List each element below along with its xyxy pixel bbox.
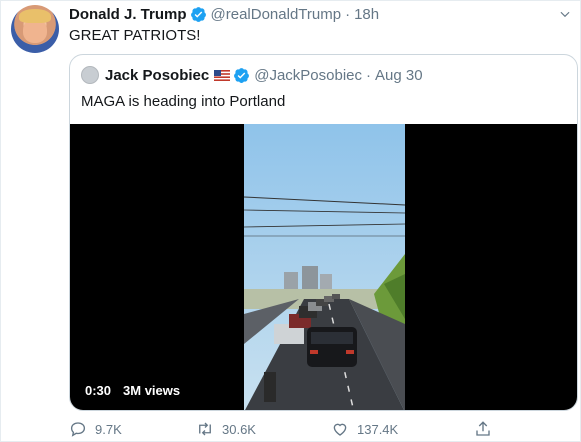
caret-down-icon[interactable] (558, 7, 572, 21)
video-player[interactable]: 0:30 3M views (70, 124, 577, 410)
share-button[interactable] (474, 420, 492, 438)
reply-count: 9.7K (95, 421, 122, 437)
quoted-header: Jack Posobiec @JackPosobiec · Aug 30 (81, 66, 423, 84)
quoted-avatar[interactable] (81, 66, 99, 84)
like-count: 137.4K (357, 421, 399, 437)
reply-button[interactable]: 9.7K (69, 420, 122, 438)
author-avatar[interactable] (11, 5, 59, 53)
reply-icon (70, 422, 86, 437)
tweet-actions: 9.7K 30.6K 137.4K (69, 419, 559, 439)
video-views: 3M views (123, 383, 181, 398)
quoted-timestamp[interactable]: Aug 30 (375, 67, 423, 84)
tweet-text: GREAT PATRIOTS! (69, 27, 201, 44)
video-info: 0:30 3M views (85, 383, 180, 398)
verified-badge-icon (234, 67, 250, 83)
share-icon (476, 421, 490, 436)
video-duration: 0:30 (85, 383, 112, 398)
retweet-count: 30.6K (222, 421, 256, 437)
like-button[interactable]: 137.4K (331, 420, 398, 438)
quoted-author-handle[interactable]: @JackPosobiec (254, 67, 362, 84)
like-icon (333, 423, 347, 436)
separator-dot: · (345, 5, 351, 23)
verified-badge-icon (190, 6, 206, 22)
separator-dot: · (366, 66, 372, 84)
video-frame (244, 124, 405, 410)
quoted-text: MAGA is heading into Portland (81, 93, 286, 110)
quoted-author-name[interactable]: Jack Posobiec (105, 67, 209, 84)
author-handle[interactable]: @realDonaldTrump (211, 6, 342, 23)
tweet-card[interactable]: Donald J. Trump @realDonaldTrump · 18h G… (0, 0, 581, 442)
retweet-button[interactable]: 30.6K (196, 420, 256, 438)
retweet-icon (199, 422, 211, 436)
author-name[interactable]: Donald J. Trump (69, 6, 187, 23)
tweet-timestamp[interactable]: 18h (354, 6, 379, 23)
us-flag-icon (214, 69, 231, 81)
tweet-header: Donald J. Trump @realDonaldTrump · 18h (69, 5, 379, 23)
quoted-tweet[interactable]: Jack Posobiec @JackPosobiec · Aug 30 MAG… (69, 54, 578, 411)
